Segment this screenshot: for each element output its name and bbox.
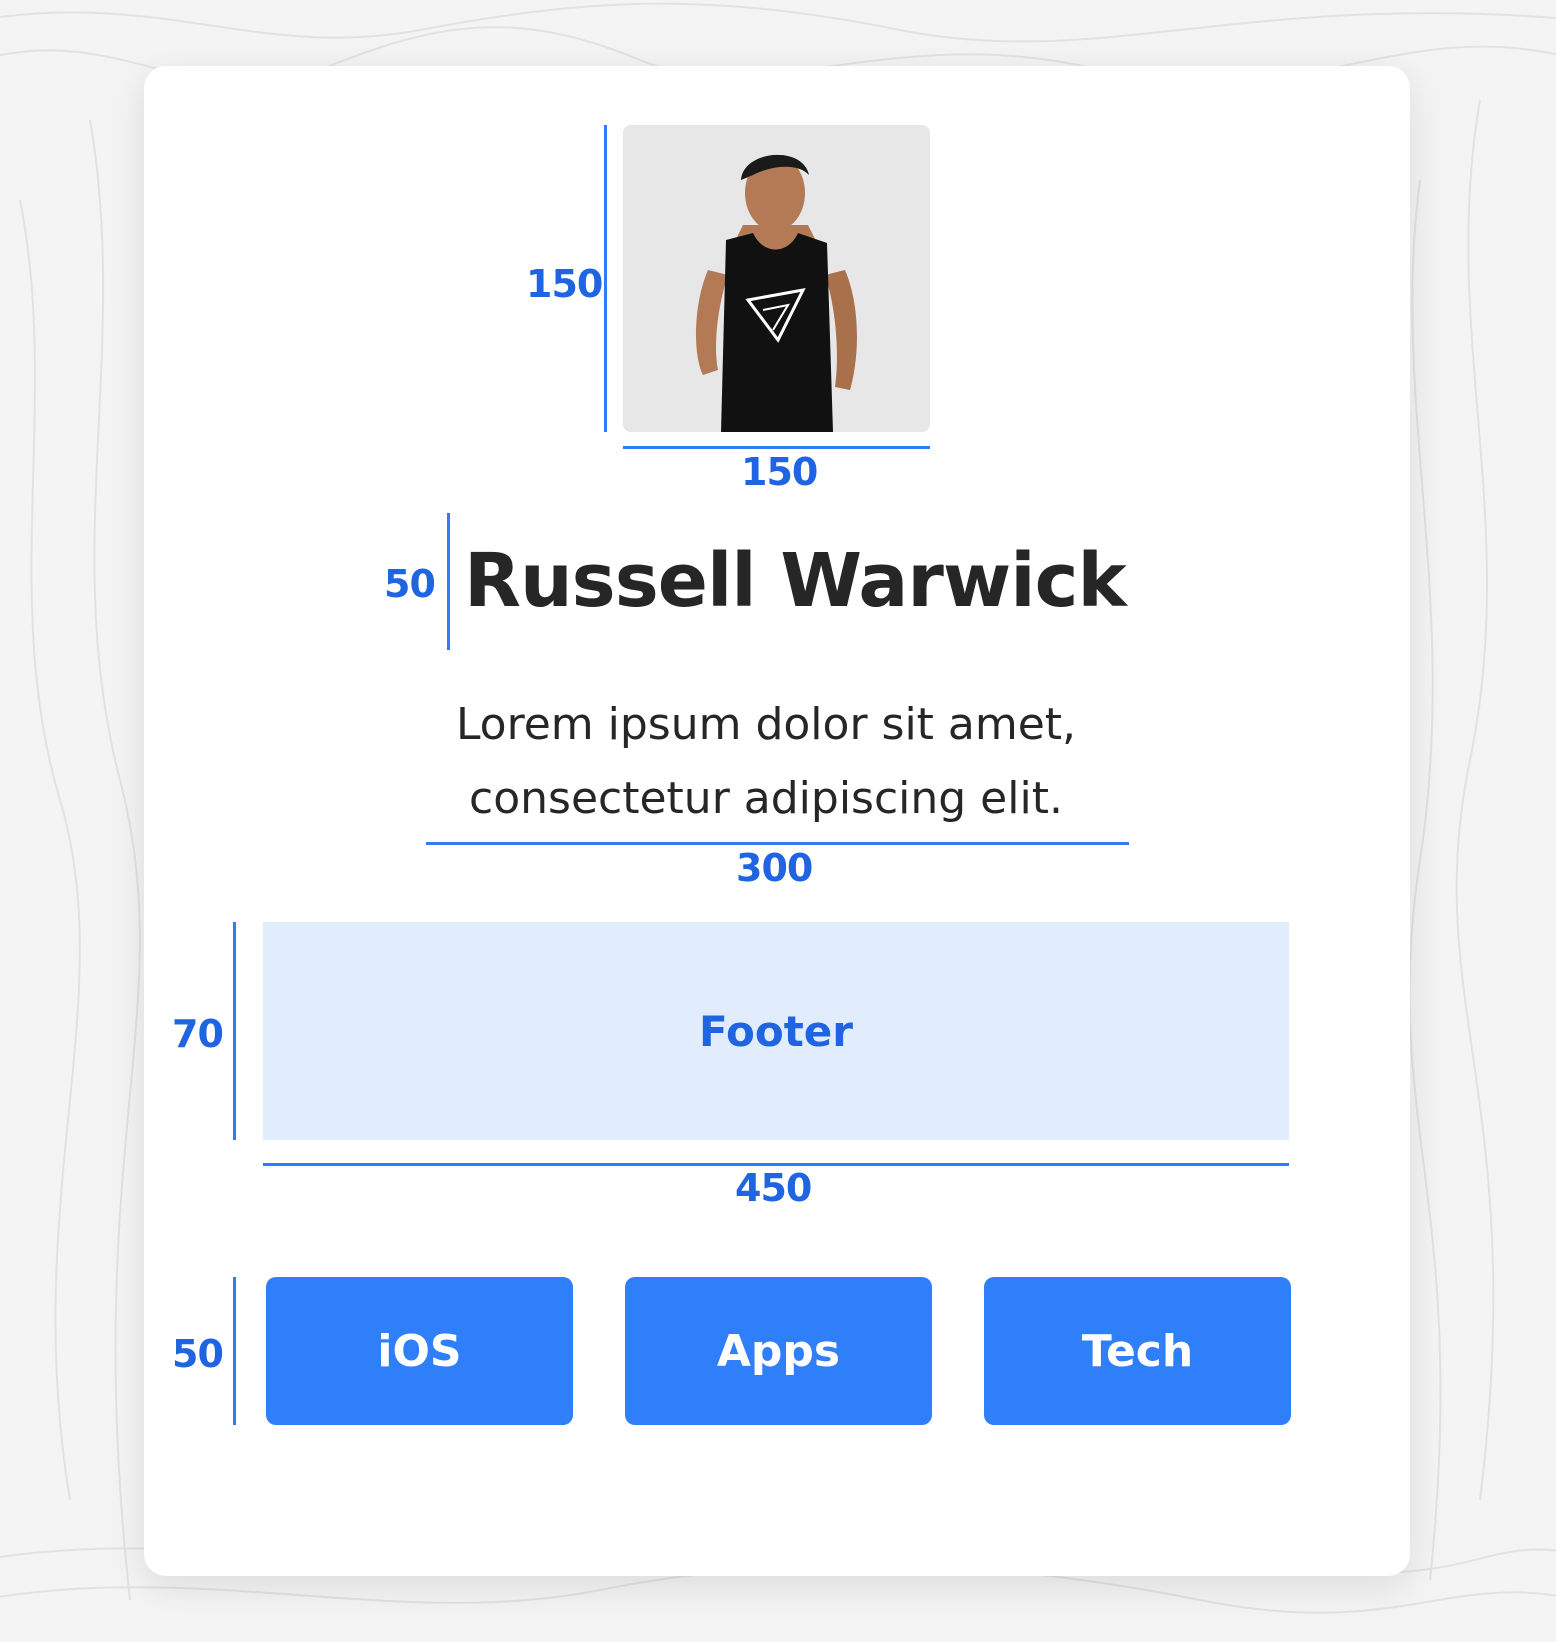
buttons-height-label: 50: [172, 1332, 224, 1376]
footer-height-label: 70: [172, 1012, 224, 1056]
photo-height-marker: [604, 125, 607, 432]
description-line-1: Lorem ipsum dolor sit amet,: [455, 699, 1077, 750]
tag-button-ios[interactable]: iOS: [266, 1277, 573, 1425]
buttons-height-marker: [233, 1277, 236, 1425]
description-width-label: 300: [736, 846, 813, 890]
footer-width-label: 450: [735, 1166, 812, 1210]
description-width-marker: [426, 842, 1129, 845]
profile-card: 150 150 50 Russell Warwick Lorem ipsum d…: [144, 66, 1410, 1576]
description-line-2: consectetur adipiscing elit.: [469, 773, 1063, 824]
photo-width-label: 150: [741, 450, 818, 494]
footer-height-marker: [233, 922, 236, 1140]
name-height-marker: [447, 513, 450, 650]
photo-height-label: 150: [526, 262, 603, 306]
tag-button-apps[interactable]: Apps: [625, 1277, 932, 1425]
profile-photo: [623, 125, 930, 432]
profile-name: Russell Warwick: [464, 538, 1127, 624]
footer-block: Footer: [263, 922, 1289, 1140]
tag-button-tech[interactable]: Tech: [984, 1277, 1291, 1425]
photo-width-marker: [623, 446, 930, 449]
name-height-label: 50: [384, 562, 436, 606]
person-photo-icon: [623, 125, 930, 432]
profile-description: Lorem ipsum dolor sit amet, consectetur …: [406, 688, 1126, 836]
footer-label: Footer: [699, 1006, 853, 1056]
